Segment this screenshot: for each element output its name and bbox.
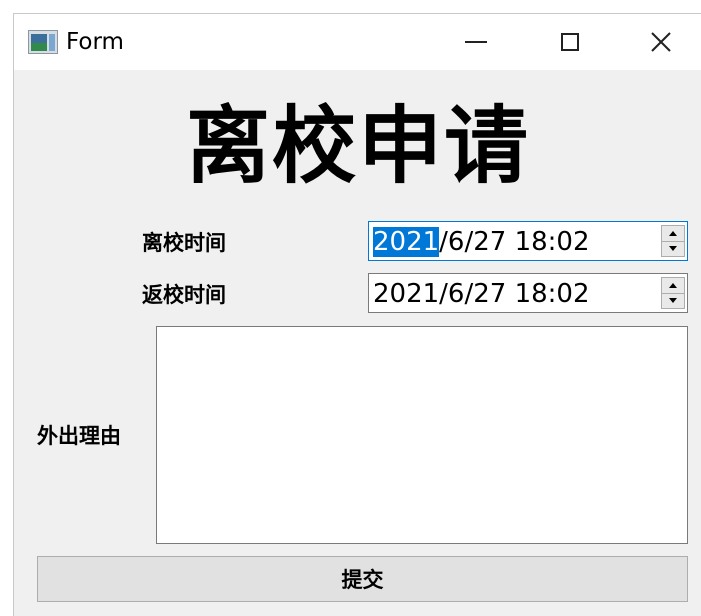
form-app-icon xyxy=(28,30,58,54)
maximize-button[interactable] xyxy=(542,14,598,70)
leave-time-year-selected[interactable]: 2021 xyxy=(373,227,440,257)
return-time-datetime-edit[interactable]: 2021/6/27 18:02 xyxy=(368,273,688,313)
page-title: 离校申请 xyxy=(185,97,530,195)
title-bar[interactable]: Form xyxy=(14,14,701,70)
close-icon xyxy=(651,32,671,52)
form-window: Form 离校申请 离校时间 2021/6/27 18:02 返校时间 2021… xyxy=(13,13,701,616)
return-time-value[interactable]: 2021/6/27 18:02 xyxy=(373,279,590,309)
reason-label: 外出理由 xyxy=(37,424,121,448)
leave-time-step-up[interactable] xyxy=(662,226,684,242)
caret-up-icon xyxy=(669,231,677,236)
submit-button[interactable]: 提交 xyxy=(37,556,688,602)
leave-time-spinner[interactable] xyxy=(661,225,685,257)
return-time-label: 返校时间 xyxy=(142,283,226,307)
maximize-icon xyxy=(561,33,579,51)
leave-time-label: 离校时间 xyxy=(142,231,226,255)
return-time-step-down[interactable] xyxy=(662,293,684,308)
leave-time-value[interactable]: 2021/6/27 18:02 xyxy=(373,227,590,257)
minimize-button[interactable] xyxy=(448,14,504,70)
leave-time-rest[interactable]: /6/27 18:02 xyxy=(439,227,589,257)
caret-down-icon xyxy=(669,298,677,303)
close-button[interactable] xyxy=(633,14,689,70)
caret-up-icon xyxy=(669,283,677,288)
leave-time-datetime-edit[interactable]: 2021/6/27 18:02 xyxy=(368,221,688,261)
reason-textarea[interactable] xyxy=(156,326,688,544)
leave-time-step-down[interactable] xyxy=(662,241,684,256)
caret-down-icon xyxy=(669,246,677,251)
minimize-icon xyxy=(465,41,487,43)
return-time-step-up[interactable] xyxy=(662,278,684,294)
return-time-spinner[interactable] xyxy=(661,277,685,309)
window-title: Form xyxy=(66,29,124,55)
